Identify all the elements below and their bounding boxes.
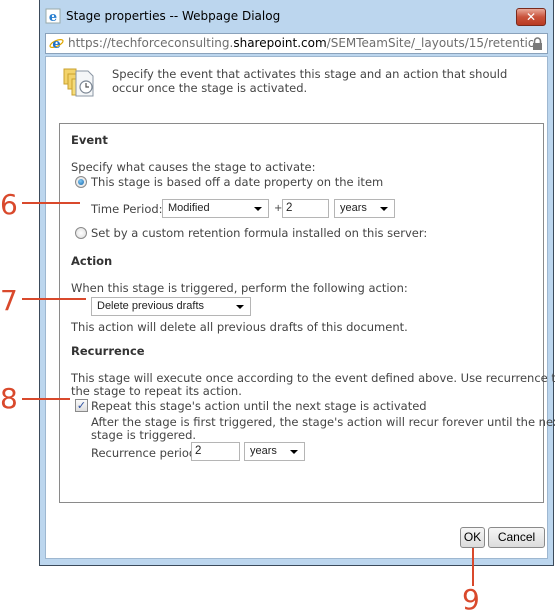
repeat-note-2: stage is triggered.: [91, 428, 197, 442]
lock-icon: [533, 37, 542, 50]
recurrence-description-1: This stage will execute once according t…: [71, 371, 555, 385]
address-bar: e https://techforceconsulting.sharepoint…: [45, 33, 548, 54]
close-icon: ✕: [525, 10, 537, 24]
chevron-down-icon: [236, 305, 244, 309]
stage-settings-panel: Event Specify what causes the stage to a…: [59, 123, 555, 503]
chevron-down-icon: [380, 207, 388, 211]
event-prompt: Specify what causes the stage to activat…: [71, 160, 316, 174]
repeat-note-1: After the stage is first triggered, the …: [91, 415, 555, 429]
custom-formula-radio[interactable]: [75, 227, 87, 239]
ie-icon: e: [45, 8, 61, 24]
chevron-down-icon: [290, 450, 298, 454]
title-bar[interactable]: e Stage properties -- Webpage Dialog ✕: [40, 0, 553, 32]
callout-line-9: [472, 548, 474, 586]
callout-line-7: [22, 298, 86, 300]
time-period-unit-select[interactable]: years: [334, 199, 395, 218]
callout-8: 8: [0, 382, 18, 415]
action-description: This action will delete all previous dra…: [71, 320, 408, 334]
date-property-option-label: This stage is based off a date property …: [91, 175, 384, 189]
repeat-checkbox-label: Repeat this stage's action until the nex…: [91, 399, 427, 413]
ie-icon: e: [49, 37, 64, 51]
cancel-button[interactable]: Cancel: [488, 527, 545, 548]
time-period-property-select[interactable]: Modified: [162, 199, 269, 218]
action-prompt: When this stage is triggered, perform th…: [71, 281, 408, 295]
time-period-label: Time Period:: [91, 202, 163, 216]
action-select[interactable]: Delete previous drafts: [91, 297, 251, 316]
date-property-radio[interactable]: [75, 176, 87, 188]
callout-6: 6: [0, 188, 18, 221]
time-period-amount-input[interactable]: 2: [282, 199, 329, 218]
window-title: Stage properties -- Webpage Dialog: [66, 9, 281, 23]
recurrence-description-2: the stage to repeat its action.: [71, 384, 242, 398]
recurrence-period-unit-select[interactable]: years: [244, 442, 305, 461]
callout-line-6: [22, 202, 80, 204]
chevron-down-icon: [254, 207, 262, 211]
callout-line-8: [22, 398, 70, 400]
dialog-content: Specify the event that activates this st…: [45, 56, 555, 559]
close-button[interactable]: ✕: [516, 8, 546, 26]
repeat-checkbox[interactable]: ✓: [75, 399, 88, 412]
dialog-window: e Stage properties -- Webpage Dialog ✕ e…: [39, 0, 555, 566]
svg-text:e: e: [49, 10, 57, 24]
stage-documents-clock-icon: [63, 68, 94, 97]
recurrence-period-amount-input[interactable]: 2: [191, 442, 240, 461]
callout-7: 7: [0, 284, 18, 317]
ok-button[interactable]: OK: [460, 527, 485, 548]
callout-9: 9: [462, 583, 480, 616]
url-text: https://techforceconsulting.sharepoint.c…: [68, 36, 533, 50]
event-heading: Event: [71, 133, 108, 147]
action-heading: Action: [71, 254, 113, 268]
recurrence-heading: Recurrence: [71, 344, 145, 358]
intro-text: Specify the event that activates this st…: [112, 67, 508, 95]
checkmark-icon: ✓: [76, 399, 87, 412]
recurrence-period-label: Recurrence period:: [91, 446, 201, 460]
custom-formula-option-label: Set by a custom retention formula instal…: [91, 226, 428, 240]
svg-text:e: e: [52, 37, 60, 51]
